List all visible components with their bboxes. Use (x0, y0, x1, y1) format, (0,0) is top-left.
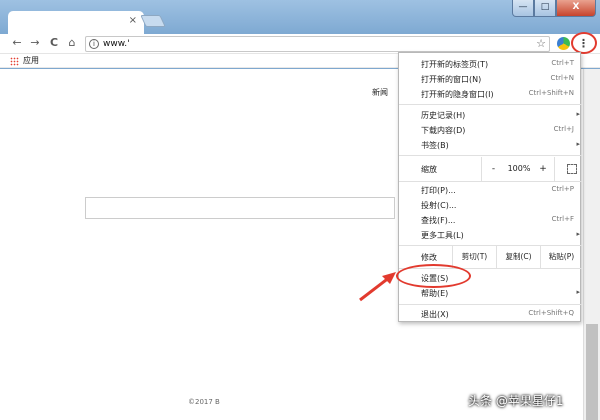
back-arrow-icon[interactable]: ← (10, 36, 24, 50)
minimize-button[interactable]: — (512, 0, 534, 17)
menu-item-label: 投射(C)... (421, 201, 457, 210)
info-icon[interactable]: i (89, 39, 99, 49)
menu-item-label: 打印(P)... (421, 186, 456, 195)
submenu-arrow-icon: ▸ (576, 230, 580, 238)
menu-button-highlight-circle (571, 32, 597, 54)
submenu-arrow-icon: ▸ (576, 140, 580, 148)
menu-item-exit[interactable]: 退出(X) Ctrl+Shift+Q (399, 307, 582, 322)
extension-icon[interactable] (557, 37, 570, 50)
browser-tab[interactable]: × (8, 11, 144, 34)
menu-item-label: 打开新的窗口(N) (421, 75, 482, 84)
browser-window: × — □ X ← → C ⌂ i www.' ☆ ⋮ 应用 新闻 ©2017 … (0, 0, 600, 420)
menu-item-shortcut: Ctrl+J (553, 125, 574, 133)
menu-item-label: 下载内容(D) (421, 126, 466, 135)
menu-item-label: 更多工具(L) (421, 231, 464, 240)
menu-item-shortcut: Ctrl+P (551, 185, 574, 193)
apps-grid-icon[interactable] (10, 57, 19, 66)
page-footer: ©2017 B (188, 398, 220, 406)
menu-divider (399, 181, 582, 182)
browser-toolbar: ← → C ⌂ i www.' ☆ (0, 34, 600, 54)
vertical-scrollbar[interactable] (583, 69, 600, 420)
edit-label: 修改 (421, 253, 437, 262)
submenu-arrow-icon: ▸ (576, 288, 580, 296)
scrollbar-thumb[interactable] (586, 324, 598, 420)
menu-item-shortcut: Ctrl+Shift+N (528, 89, 574, 97)
menu-item-bookmarks[interactable]: 书签(B) ▸ (399, 138, 582, 153)
zoom-label: 缩放 (421, 165, 437, 174)
paste-button[interactable]: 粘贴(P) (540, 246, 582, 268)
close-window-button[interactable]: X (556, 0, 596, 17)
menu-item-shortcut: Ctrl+Shift+Q (528, 309, 574, 317)
menu-item-shortcut: Ctrl+N (550, 74, 574, 82)
menu-item-label: 帮助(E) (421, 289, 449, 298)
menu-item-more-tools[interactable]: 更多工具(L) ▸ (399, 228, 582, 243)
menu-item-new-tab[interactable]: 打开新的标签页(T) Ctrl+T (399, 57, 582, 72)
news-link[interactable]: 新闻 (372, 87, 388, 98)
apps-bookmark-label[interactable]: 应用 (23, 55, 39, 66)
address-bar[interactable]: i www.' ☆ (85, 36, 550, 52)
new-tab-button[interactable] (140, 15, 166, 27)
menu-item-label: 打开新的隐身窗口(I) (421, 90, 494, 99)
fullscreen-icon (567, 164, 577, 174)
forward-arrow-icon[interactable]: → (28, 36, 42, 50)
menu-divider (399, 104, 582, 105)
watermark-text: 头条 @苹果星仔1 (468, 394, 564, 408)
search-input[interactable] (85, 197, 395, 219)
menu-item-label: 打开新的标签页(T) (421, 60, 489, 69)
settings-highlight-circle (396, 264, 471, 288)
window-controls: — □ X (512, 0, 596, 17)
reload-icon[interactable]: C (47, 36, 61, 50)
maximize-button[interactable]: □ (534, 0, 556, 17)
zoom-level: 100% (507, 164, 531, 173)
zoom-out-button[interactable]: - (481, 157, 505, 181)
menu-item-history[interactable]: 历史记录(H) ▸ (399, 108, 582, 123)
home-icon[interactable]: ⌂ (65, 36, 79, 50)
copy-button[interactable]: 复制(C) (496, 246, 540, 268)
title-bar: × — □ X (0, 0, 600, 34)
submenu-arrow-icon: ▸ (576, 110, 580, 118)
menu-item-cast[interactable]: 投射(C)... (399, 198, 582, 213)
menu-item-print[interactable]: 打印(P)... Ctrl+P (399, 183, 582, 198)
bookmark-star-icon[interactable]: ☆ (536, 37, 546, 50)
menu-item-new-incognito-window[interactable]: 打开新的隐身窗口(I) Ctrl+Shift+N (399, 87, 582, 102)
menu-item-label: 查找(F)... (421, 216, 456, 225)
address-url[interactable]: www.' (103, 39, 130, 49)
menu-item-shortcut: Ctrl+T (551, 59, 574, 67)
cut-button[interactable]: 剪切(T) (452, 246, 496, 268)
menu-item-help[interactable]: 帮助(E) ▸ (399, 286, 582, 301)
menu-divider (399, 304, 582, 305)
red-pointer-arrow-icon (359, 272, 396, 302)
menu-item-label: 书签(B) (421, 141, 449, 150)
menu-item-label: 退出(X) (421, 310, 449, 319)
menu-item-label: 历史记录(H) (421, 111, 466, 120)
menu-item-downloads[interactable]: 下载内容(D) Ctrl+J (399, 123, 582, 138)
menu-divider (399, 155, 582, 156)
menu-item-new-window[interactable]: 打开新的窗口(N) Ctrl+N (399, 72, 582, 87)
menu-item-find[interactable]: 查找(F)... Ctrl+F (399, 213, 582, 228)
zoom-row: 缩放 - 100% + (399, 157, 582, 181)
zoom-in-button[interactable]: + (533, 157, 553, 181)
menu-item-shortcut: Ctrl+F (551, 215, 574, 223)
tab-close-icon[interactable]: × (129, 15, 137, 27)
